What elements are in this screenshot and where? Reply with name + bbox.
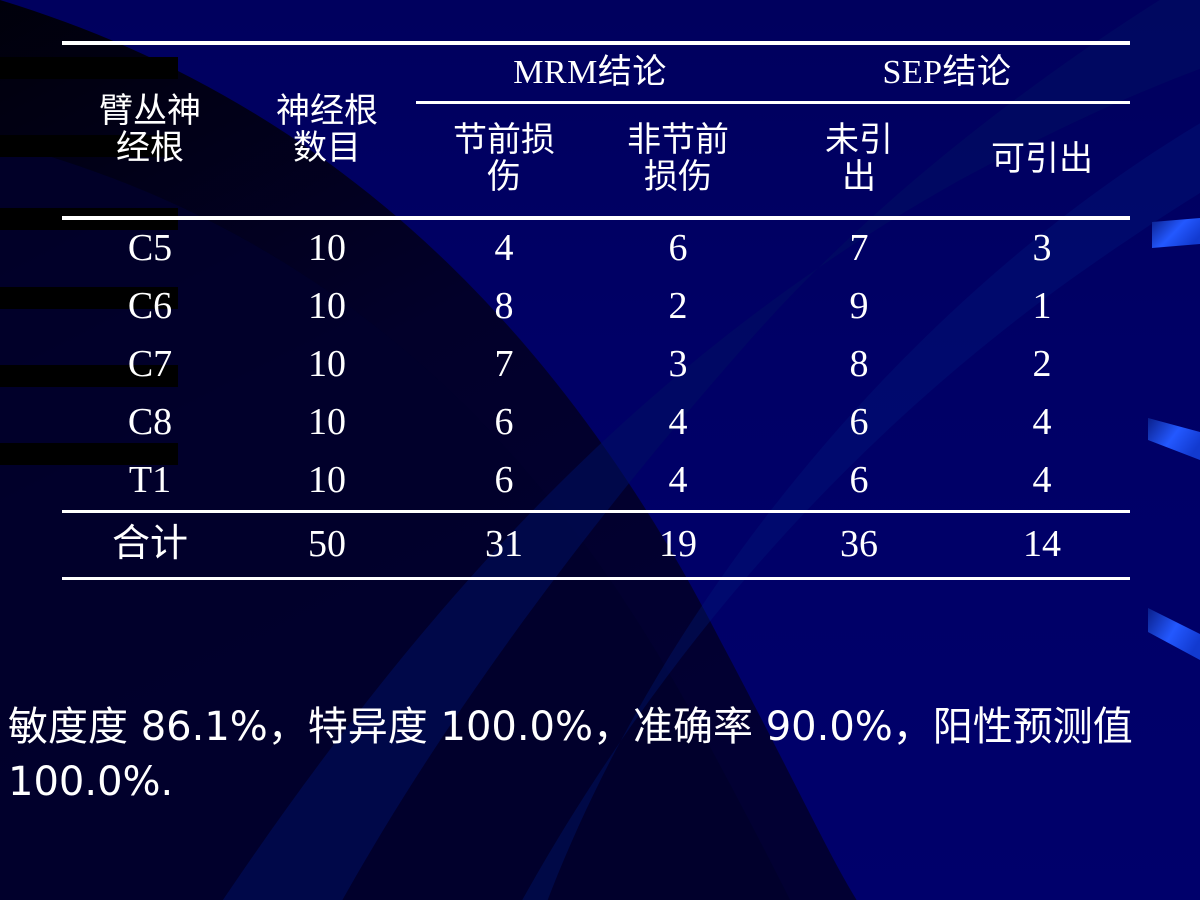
cell-total-label: 合计	[62, 510, 238, 580]
cell-sep-absent: 6	[849, 401, 869, 444]
header-cell-sep-present: 可引出	[954, 103, 1130, 219]
table-body: C5 10 4 6 7 3 C6 10 8 2 9 1 C7 10 7 3 8 …	[62, 218, 1131, 580]
header-count-line-1: 神经根	[276, 92, 378, 130]
cell-count: 10	[308, 285, 346, 328]
cell-mrm-non: 4	[668, 401, 688, 444]
table-group-header-row: 臂丛神 经根 神经根 数目 MRM结论 SEP结论	[62, 41, 1131, 218]
cell-count: 10	[308, 459, 346, 502]
cell-mrm-pre: 6	[494, 401, 514, 444]
cell-mrm-pre: 8	[494, 285, 514, 328]
header-sep-absent-line-2: 出	[842, 159, 877, 196]
header-sep-absent-line-1: 未引	[825, 122, 894, 160]
results-table: 臂丛神 经根 神经根 数目 MRM结论 SEP结论 节前损 伤 非节前 损伤 未…	[62, 41, 1131, 580]
cell-total-sep-present: 14	[954, 510, 1131, 580]
cell-sep-present: 1	[1032, 285, 1052, 328]
cell-count: 10	[308, 227, 346, 270]
cell-total-mrm-non: 19	[592, 510, 765, 580]
cell-mrm-pre: 7	[494, 343, 514, 386]
header-sep-present-line-1: 可引出	[991, 140, 1094, 178]
cell-sep-absent: 9	[849, 285, 869, 328]
cell-mrm-non: 4	[668, 459, 688, 502]
cell-root: C6	[127, 285, 173, 328]
cell-count: 10	[308, 401, 346, 444]
cell-mrm-non: 2	[668, 285, 688, 328]
header-mrm-non-line-2: 损伤	[644, 159, 712, 196]
cell-mrm-non: 6	[668, 227, 688, 270]
header-cell-mrm-preganglionic: 节前损 伤	[416, 103, 592, 219]
table-row: C8 10 6 4 6 4	[62, 394, 1130, 452]
cell-sep-present: 4	[1032, 459, 1052, 502]
slide-canvas: 臂丛神 经根 神经根 数目 MRM结论 SEP结论 节前损 伤 非节前 损伤 未…	[0, 0, 1200, 900]
table-row: C7 10 7 3 8 2	[62, 336, 1130, 394]
header-cell-count: 神经根 数目	[238, 41, 416, 218]
header-count-line-2: 数目	[293, 129, 361, 167]
cell-sep-absent: 8	[849, 343, 869, 386]
cell-root: C8	[127, 401, 173, 444]
cell-mrm-pre: 4	[494, 227, 514, 270]
cell-total-mrm-pre: 31	[416, 510, 592, 580]
cell-sep-present: 4	[1032, 401, 1052, 444]
cell-sep-absent: 6	[849, 459, 869, 502]
cell-count: 10	[308, 343, 346, 386]
cell-total-count: 50	[238, 510, 416, 580]
cell-root: C5	[127, 227, 173, 270]
background-ribbon	[1148, 418, 1200, 460]
background-ribbon	[1152, 218, 1200, 248]
cell-root: C7	[127, 343, 173, 386]
header-root-line-1: 臂丛神	[99, 92, 201, 130]
header-mrm-pre-line-1: 节前损	[453, 122, 555, 160]
header-cell-root: 臂丛神 经根	[62, 41, 238, 218]
header-cell-mrm-nonpreganglionic: 非节前 损伤	[592, 103, 764, 219]
header-root-line-2: 经根	[116, 129, 184, 167]
cell-sep-present: 3	[1032, 227, 1052, 270]
cell-sep-present: 2	[1032, 343, 1052, 386]
cell-total-sep-absent: 36	[764, 510, 955, 580]
header-cell-sep-absent: 未引 出	[764, 103, 954, 219]
results-table-container: 臂丛神 经根 神经根 数目 MRM结论 SEP结论 节前损 伤 非节前 损伤 未…	[62, 41, 1131, 580]
cell-mrm-pre: 6	[494, 459, 514, 502]
header-group-mrm: MRM结论	[416, 41, 765, 104]
header-group-sep: SEP结论	[764, 41, 1131, 104]
header-mrm-pre-line-2: 伤	[487, 159, 521, 196]
cell-root: T1	[128, 459, 172, 502]
cell-mrm-non: 3	[668, 343, 688, 386]
table-row: C6 10 8 2 9 1	[62, 278, 1130, 336]
table-row: T1 10 6 4 6 4	[62, 452, 1130, 512]
table-total-row: 合计 50 31 19 36 14	[62, 510, 1131, 580]
table-row: C5 10 4 6 7 3	[62, 218, 1130, 278]
background-ribbon	[1148, 608, 1200, 660]
table-header: 臂丛神 经根 神经根 数目 MRM结论 SEP结论 节前损 伤 非节前 损伤 未…	[62, 41, 1131, 219]
cell-sep-absent: 7	[849, 227, 869, 270]
header-mrm-non-line-1: 非节前	[627, 122, 729, 160]
summary-statistics-text: 敏度度 86.1%，特异度 100.0%，准确率 90.0%，阳性预测值 100…	[8, 704, 1133, 806]
